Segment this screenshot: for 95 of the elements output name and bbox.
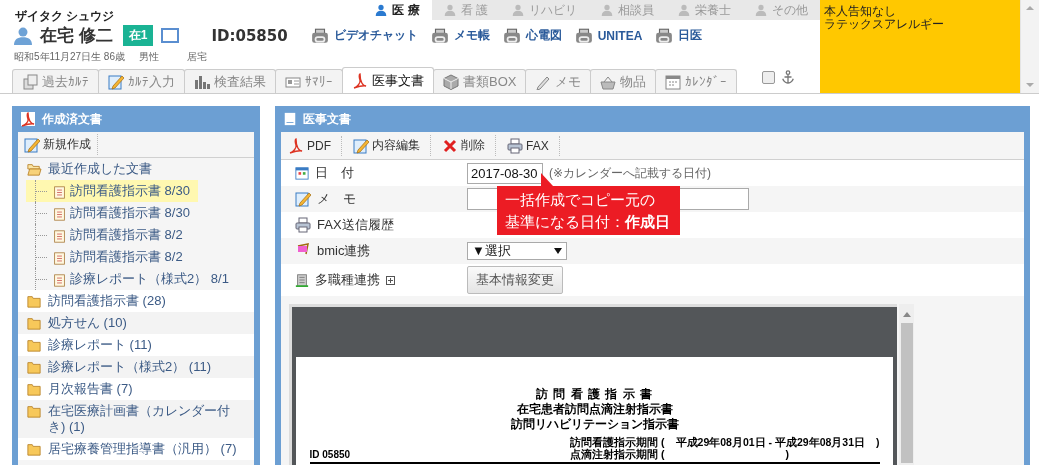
document-icon <box>53 251 66 266</box>
birth-date: 昭和5年11月27日生 86歳 <box>14 50 125 64</box>
period-line: 訪問看護指示期間 ( 平成29年08月01日 - 平成29年08月31日 ) <box>570 436 880 448</box>
pencil-note-icon <box>295 191 311 207</box>
person-icon <box>678 4 690 16</box>
date-field[interactable]: 2017-08-30 <box>467 162 543 184</box>
scrollbar[interactable] <box>1020 0 1039 93</box>
delete-button[interactable]: 削除 <box>439 135 496 156</box>
folder-icon <box>26 316 42 330</box>
panel-title: 医事文書 <box>303 110 351 128</box>
alert-note: 本人告知なし ラテックスアレルギー <box>820 0 1020 93</box>
expand-icon[interactable] <box>386 275 395 285</box>
printer-icon <box>507 137 523 154</box>
folder-item[interactable]: 最近作成した文書 <box>18 158 254 180</box>
printer-icon <box>501 26 522 45</box>
period-line: 点滴注射指示期間 ( ) <box>570 448 790 460</box>
printer-icon <box>309 26 330 45</box>
document-icon <box>53 207 66 222</box>
document-heading: 在宅患者訪問点滴注射指示書 <box>516 402 673 417</box>
field-note: (※カレンダーへ記載する日付) <box>549 164 712 182</box>
printer-icon <box>573 26 594 45</box>
patient-id: ID:05850 <box>211 26 288 45</box>
field-label: bmic連携 <box>317 242 371 260</box>
open-folder-icon <box>26 162 42 176</box>
anchor-icon <box>781 70 795 84</box>
person-icon <box>443 4 456 16</box>
document-item[interactable]: 訪問看護指示書 8/2 <box>26 246 191 268</box>
building-icon <box>295 272 309 288</box>
folder-icon <box>26 338 42 352</box>
person-icon <box>601 4 613 16</box>
printer-icon <box>295 217 311 233</box>
windows-icon[interactable] <box>161 28 180 43</box>
pencil-note-icon <box>108 73 124 90</box>
document-icon <box>53 229 66 244</box>
scrollbar[interactable] <box>899 304 914 465</box>
person-icon <box>755 4 767 16</box>
documents-icon <box>22 73 38 90</box>
document-heading: 訪問リハビリテーション指示書 <box>510 417 679 432</box>
document-item[interactable]: 訪問看護指示書 8/30 <box>26 202 198 224</box>
folder-item[interactable]: 居宅療養管理指導書（汎用） (7) <box>18 438 254 460</box>
document-item[interactable]: 訪問看護指示書 8/2 <box>26 224 191 246</box>
document-heading: 訪 問 看 護 指 示 書 <box>536 387 653 402</box>
service-link[interactable]: UNITEA <box>573 26 643 45</box>
person-icon <box>14 26 32 45</box>
role-tab[interactable]: 医 療 <box>363 0 432 20</box>
basic-info-button[interactable]: 基本情報変更 <box>467 266 563 294</box>
folder-icon <box>26 360 42 374</box>
select-dropdown[interactable]: ▼選択 <box>467 242 567 260</box>
folder-item[interactable]: 月次報告書 (7) <box>18 378 254 400</box>
service-link[interactable]: ビデオチャット <box>309 26 418 45</box>
service-link[interactable]: メモ帳 <box>429 26 490 45</box>
new-document-button[interactable]: 新規作成 <box>22 134 98 155</box>
folder-icon <box>26 382 42 396</box>
cube-icon <box>443 73 459 90</box>
document-icon <box>53 273 66 288</box>
printer-icon <box>429 26 450 45</box>
edit-button[interactable]: 内容編集 <box>350 135 431 156</box>
pdf-icon <box>20 111 36 127</box>
field-label: メ モ <box>317 190 356 208</box>
pdf-icon <box>352 72 368 89</box>
tooltip: 一括作成でコピー元の 基準になる日付：作成日 <box>497 185 680 235</box>
document-item[interactable]: 訪問看護指示書 8/30 <box>26 180 198 202</box>
service-link[interactable]: 心電図 <box>501 26 562 45</box>
residence-type: 居宅 <box>186 50 207 64</box>
folder-item[interactable]: 診療レポート (11) <box>18 334 254 356</box>
status-badge: 在1 <box>122 25 154 46</box>
document-id: ID 05850 <box>309 449 351 460</box>
patient-sex: 男性 <box>138 50 159 64</box>
document-icon <box>53 185 66 200</box>
folder-icon <box>26 294 42 308</box>
field-label: 日 付 <box>315 164 354 182</box>
pencil-note-icon <box>24 136 40 153</box>
cross-icon <box>442 137 458 154</box>
patient-name: 在宅 修二 <box>40 25 113 47</box>
calendar-icon <box>295 166 309 180</box>
person-icon <box>512 4 524 16</box>
patient-kana: ザイタク シュウジ <box>14 8 115 20</box>
bar-chart-icon <box>194 73 210 90</box>
printer-icon <box>654 26 675 45</box>
pdf-button[interactable]: PDF <box>285 135 342 156</box>
service-link[interactable]: 日医 <box>654 26 703 45</box>
person-icon <box>375 4 388 16</box>
panel-title: 作成済文書 <box>42 110 102 128</box>
field-label: FAX送信履歴 <box>317 216 394 234</box>
document-item[interactable]: 診療レポート（様式2） 8/1 <box>26 268 237 290</box>
pin-checkbox[interactable] <box>762 70 775 84</box>
folder-icon <box>26 404 42 418</box>
document-icon <box>283 111 297 127</box>
pencil-note-icon <box>353 137 369 154</box>
field-label: 多職種連携 <box>315 271 380 289</box>
folder-item[interactable]: 訪問看護指示書 (28) <box>18 290 254 312</box>
calendar-icon <box>665 73 682 90</box>
pdf-icon <box>288 137 304 154</box>
folder-icon <box>26 442 42 456</box>
fax-button[interactable]: FAX <box>504 135 560 156</box>
